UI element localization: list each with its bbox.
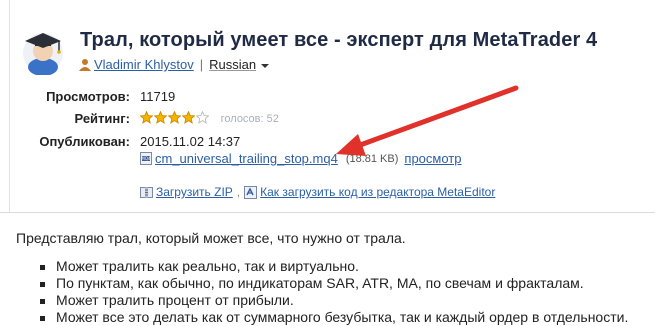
star-empty-icon[interactable] — [196, 111, 209, 124]
list-item: Может тралить как реально, так и виртуал… — [16, 258, 628, 275]
views-label: Просмотров: — [46, 89, 130, 104]
list-item: По пунктам, как обычно, по индикаторам S… — [16, 275, 628, 292]
rating-stars[interactable] — [140, 111, 209, 124]
star-filled-icon[interactable] — [182, 111, 195, 124]
author-separator: | — [199, 57, 204, 72]
list-item: Может тралить процент от прибыли. — [16, 292, 628, 309]
description-intro: Представляю трал, который может все, что… — [16, 230, 406, 246]
page-title: Трал, который умеет все - эксперт для Me… — [80, 29, 598, 51]
star-filled-icon[interactable] — [168, 111, 181, 124]
actions-separator: , — [236, 185, 241, 199]
list-item: Может все это делать как от суммарного б… — [16, 309, 628, 326]
metaeditor-icon — [244, 185, 258, 199]
published-label: Опубликован: — [39, 134, 130, 149]
file-download-link[interactable]: cm_universal_trailing_stop.mq4 — [155, 151, 338, 166]
rating-row: голосов: 52 — [140, 110, 279, 125]
svg-text:MQ4: MQ4 — [141, 156, 151, 161]
section-divider — [0, 212, 655, 213]
script-header-panel: Трал, который умеет все - эксперт для Me… — [0, 0, 655, 213]
chevron-down-icon[interactable] — [261, 63, 270, 68]
votes-count: голосов: 52 — [220, 113, 279, 125]
star-filled-icon[interactable] — [154, 111, 167, 124]
views-value: 11719 — [140, 89, 176, 104]
published-value: 2015.11.02 14:37 — [140, 134, 241, 149]
rating-label: Рейтинг: — [74, 111, 130, 126]
panel-left-border — [9, 0, 10, 213]
author-avatar-icon[interactable] — [19, 27, 67, 76]
star-filled-icon[interactable] — [140, 111, 153, 124]
actions-row: Загрузить ZIP , Как загрузить код из ред… — [140, 185, 495, 199]
red-arrow-annotation — [336, 85, 519, 156]
download-zip-link[interactable]: Загрузить ZIP — [156, 185, 233, 199]
mq4-file-icon: MQ4 — [140, 152, 152, 165]
features-list: Может тралить как реально, так и виртуал… — [16, 258, 628, 326]
language-select[interactable]: Russian — [209, 57, 256, 72]
zip-archive-icon — [140, 186, 153, 198]
metaeditor-help-link[interactable]: Как загрузить код из редактора MetaEdito… — [260, 185, 495, 199]
author-row: Vladimir Khlystov | Russian — [79, 57, 270, 72]
author-link[interactable]: Vladimir Khlystov — [94, 57, 194, 72]
user-icon — [79, 59, 91, 71]
